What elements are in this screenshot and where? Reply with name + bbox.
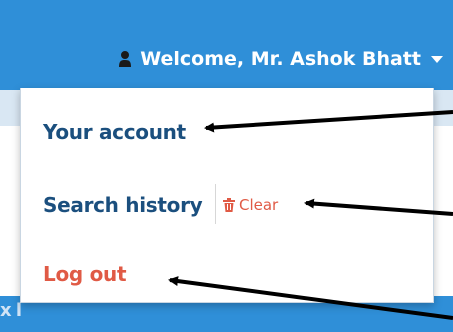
arrow-to-log-out xyxy=(168,276,453,320)
annotation-arrows xyxy=(168,110,453,320)
screenshot-stage: x l Welcome, Mr. Ashok Bhatt Your accoun… xyxy=(0,0,453,332)
arrow-to-clear xyxy=(304,198,453,216)
arrow-to-your-account xyxy=(204,110,453,133)
